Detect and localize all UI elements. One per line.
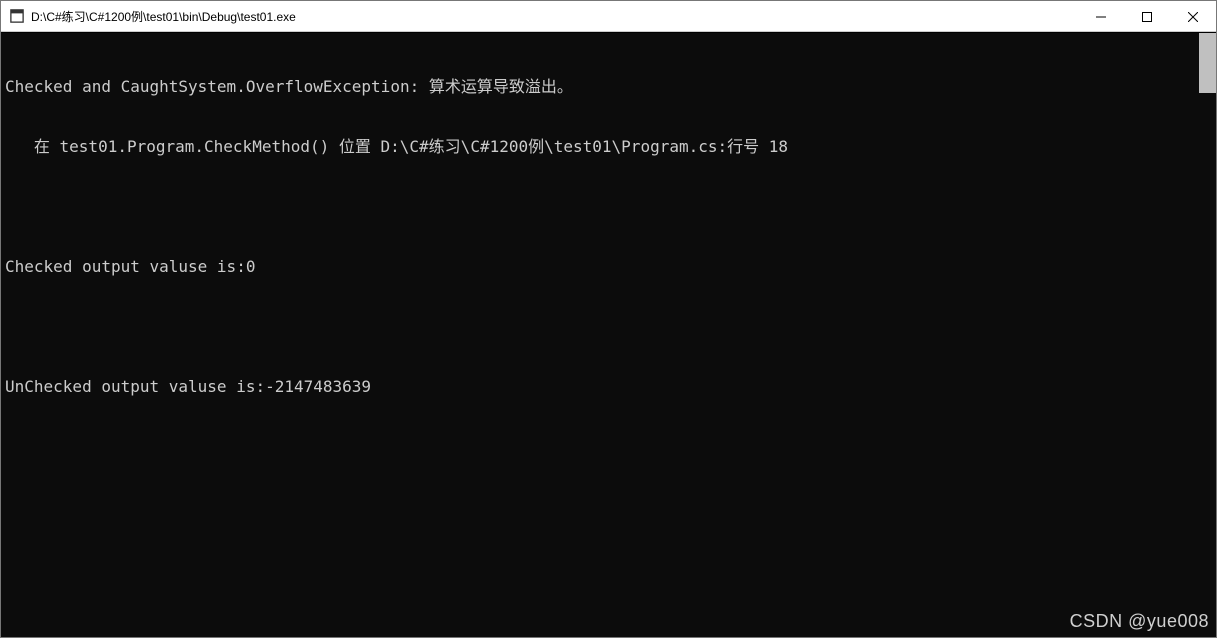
console-line [5,317,1216,337]
console-line: Checked and CaughtSystem.OverflowExcepti… [5,77,1216,97]
app-icon [9,8,25,24]
titlebar[interactable]: D:\C#练习\C#1200例\test01\bin\Debug\test01.… [1,1,1216,32]
window-title: D:\C#练习\C#1200例\test01\bin\Debug\test01.… [31,8,296,25]
minimize-button[interactable] [1078,1,1124,32]
console-window: D:\C#练习\C#1200例\test01\bin\Debug\test01.… [0,0,1217,638]
console-output[interactable]: Checked and CaughtSystem.OverflowExcepti… [1,33,1216,637]
console-line: 在 test01.Program.CheckMethod() 位置 D:\C#练… [5,137,1216,157]
vertical-scrollbar[interactable] [1199,33,1216,93]
close-button[interactable] [1170,1,1216,32]
watermark-text: CSDN @yue008 [1070,611,1209,632]
console-line: Checked output valuse is:0 [5,257,1216,277]
maximize-button[interactable] [1124,1,1170,32]
console-line: UnChecked output valuse is:-2147483639 [5,377,1216,397]
console-line [5,197,1216,217]
window-controls [1078,1,1216,32]
